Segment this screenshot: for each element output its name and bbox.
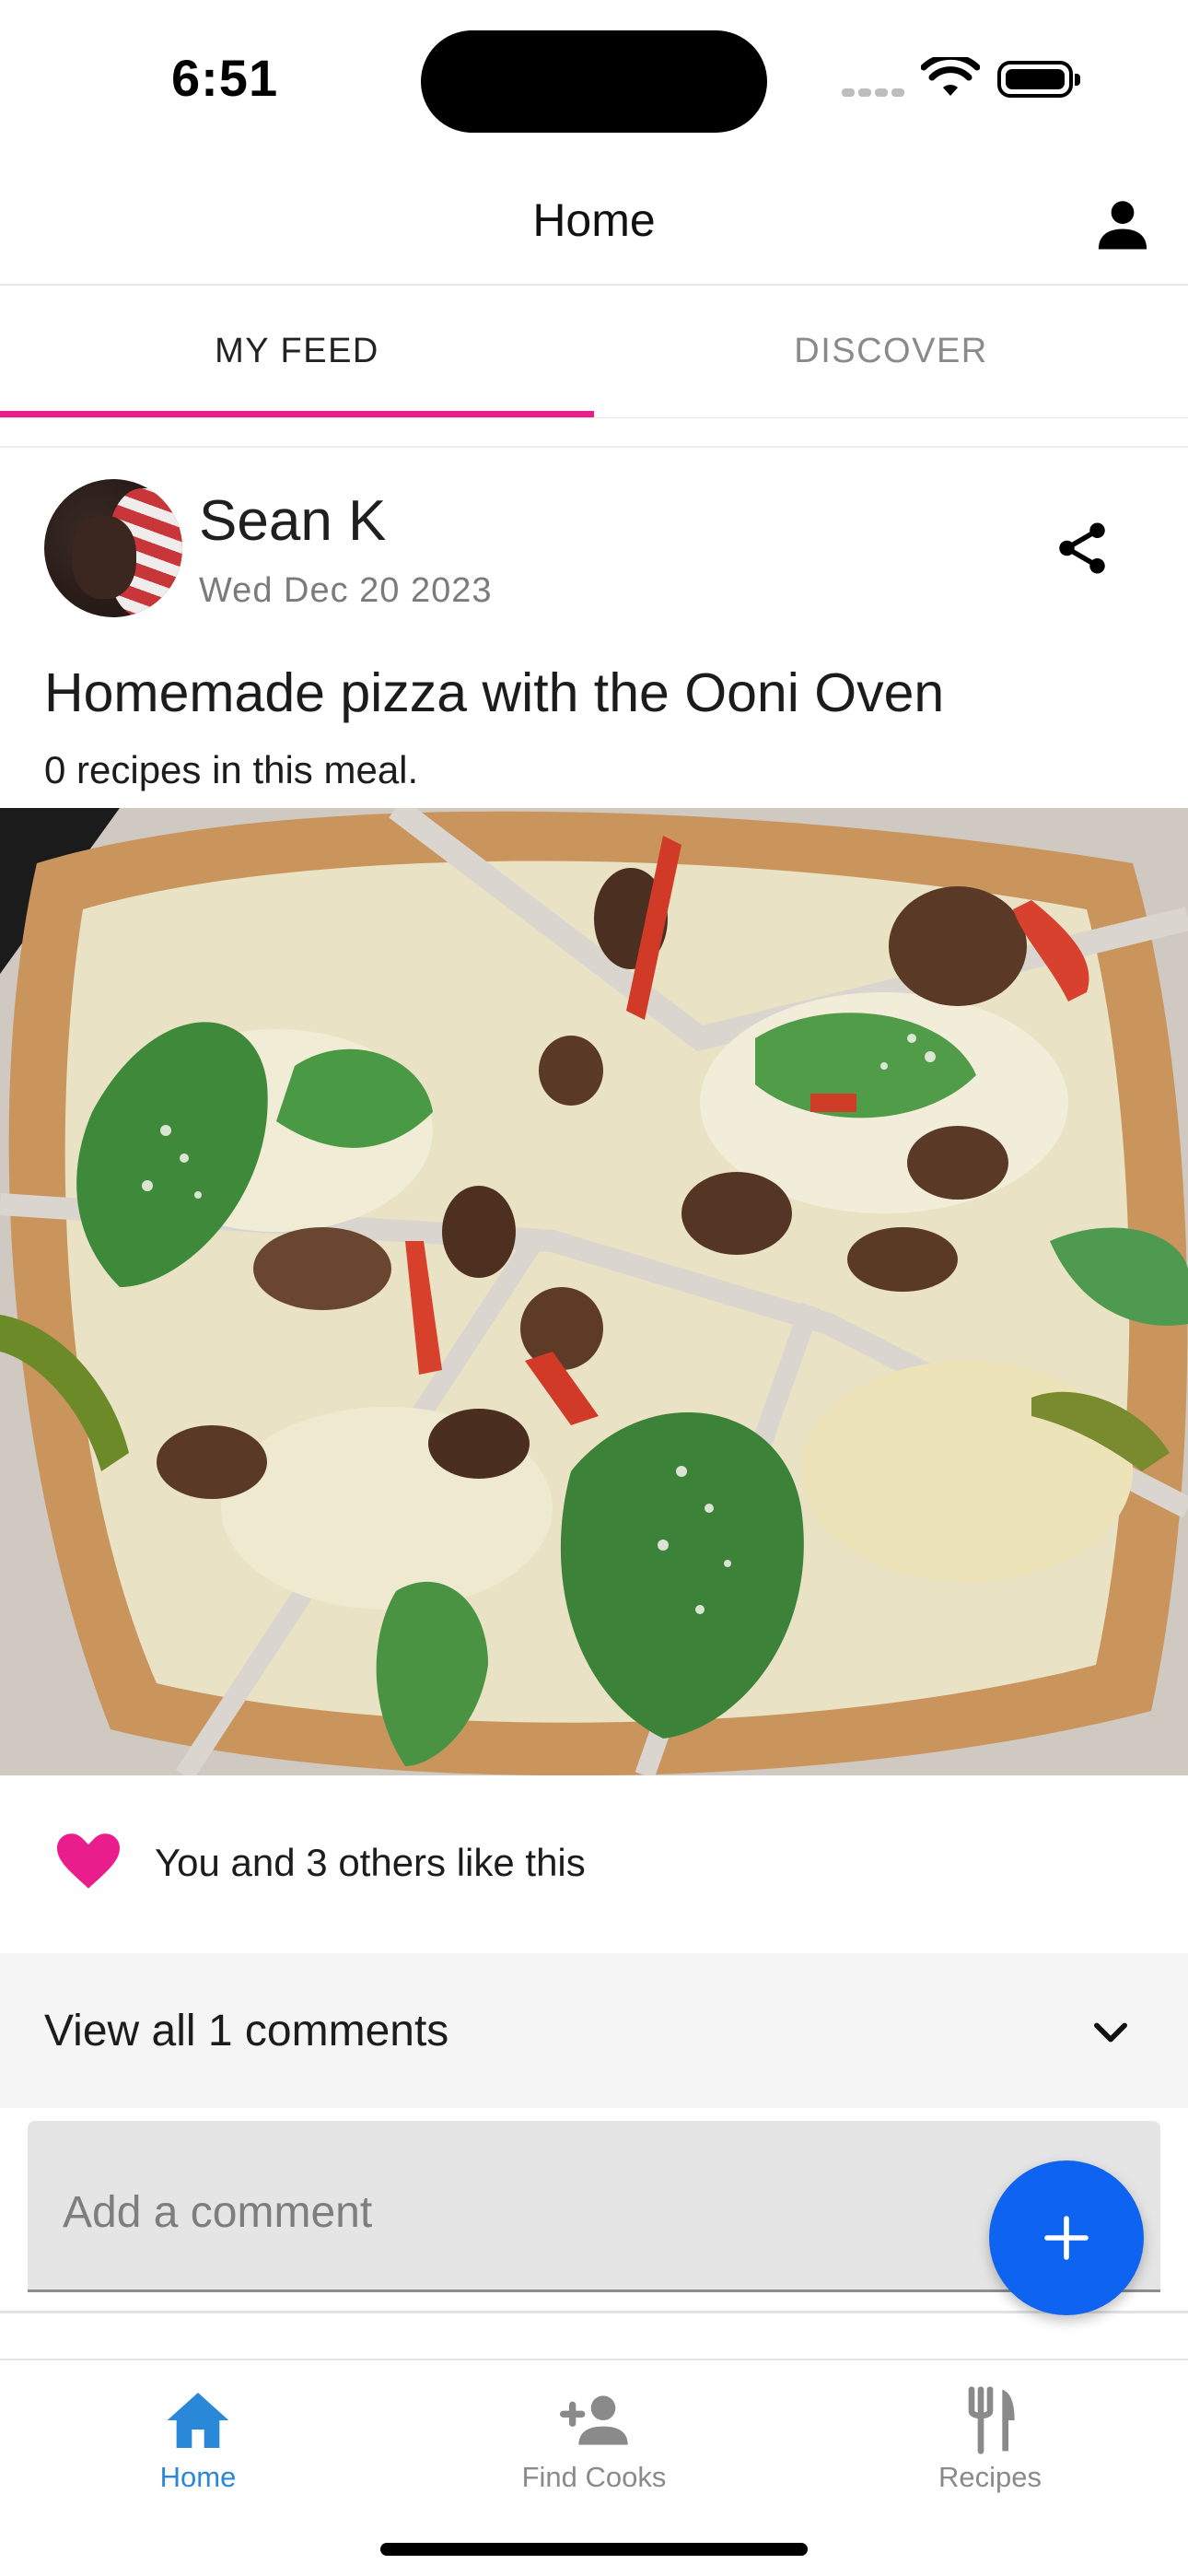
- card-bottom-border: [0, 2311, 1188, 2313]
- wifi-icon: [921, 57, 980, 96]
- profile-icon[interactable]: [1092, 193, 1153, 254]
- post-title: Homemade pizza with the Ooni Oven: [44, 662, 945, 723]
- fork-knife-icon: [968, 2386, 1015, 2454]
- tabs-divider: [0, 417, 1188, 418]
- page-title: Home: [532, 194, 656, 246]
- recipe-count: 0 recipes in this meal.: [44, 748, 419, 791]
- comment-placeholder[interactable]: Add a comment: [63, 2187, 372, 2238]
- nav-label-recipes: Recipes: [938, 2461, 1042, 2493]
- nav-item-recipes[interactable]: Recipes: [792, 2372, 1188, 2501]
- chevron-down-icon[interactable]: [1087, 2008, 1135, 2056]
- home-icon: [167, 2393, 229, 2448]
- add-post-button[interactable]: [989, 2160, 1144, 2315]
- tab-my-feed[interactable]: MY FEED: [0, 286, 594, 416]
- share-icon[interactable]: [1052, 518, 1112, 579]
- battery-icon: [997, 61, 1080, 98]
- plus-icon: [1044, 2216, 1089, 2260]
- nav-label-home: Home: [159, 2461, 237, 2493]
- likes-text: You and 3 others like this: [155, 1841, 586, 1884]
- heart-icon[interactable]: [57, 1833, 120, 1889]
- avatar[interactable]: [44, 479, 182, 617]
- comments-label[interactable]: View all 1 comments: [44, 2006, 448, 2056]
- nav-label-find-cooks: Find Cooks: [521, 2461, 667, 2493]
- tab-discover[interactable]: DISCOVER: [594, 286, 1188, 416]
- author-name[interactable]: Sean K: [199, 488, 386, 554]
- nav-item-find-cooks[interactable]: Find Cooks: [396, 2372, 792, 2501]
- home-indicator[interactable]: [380, 2543, 808, 2556]
- nav-item-home[interactable]: Home: [0, 2372, 396, 2501]
- bottom-nav-divider: [0, 2359, 1188, 2360]
- card-top-border: [0, 446, 1188, 448]
- active-tab-indicator: [0, 411, 594, 417]
- cellular-signal-icon: [842, 85, 908, 101]
- post-photo[interactable]: [0, 808, 1188, 1775]
- post-date: Wed Dec 20 2023: [199, 571, 493, 610]
- add-person-icon: [560, 2395, 628, 2445]
- status-time: 6:51: [171, 49, 279, 107]
- dynamic-island: [421, 30, 767, 133]
